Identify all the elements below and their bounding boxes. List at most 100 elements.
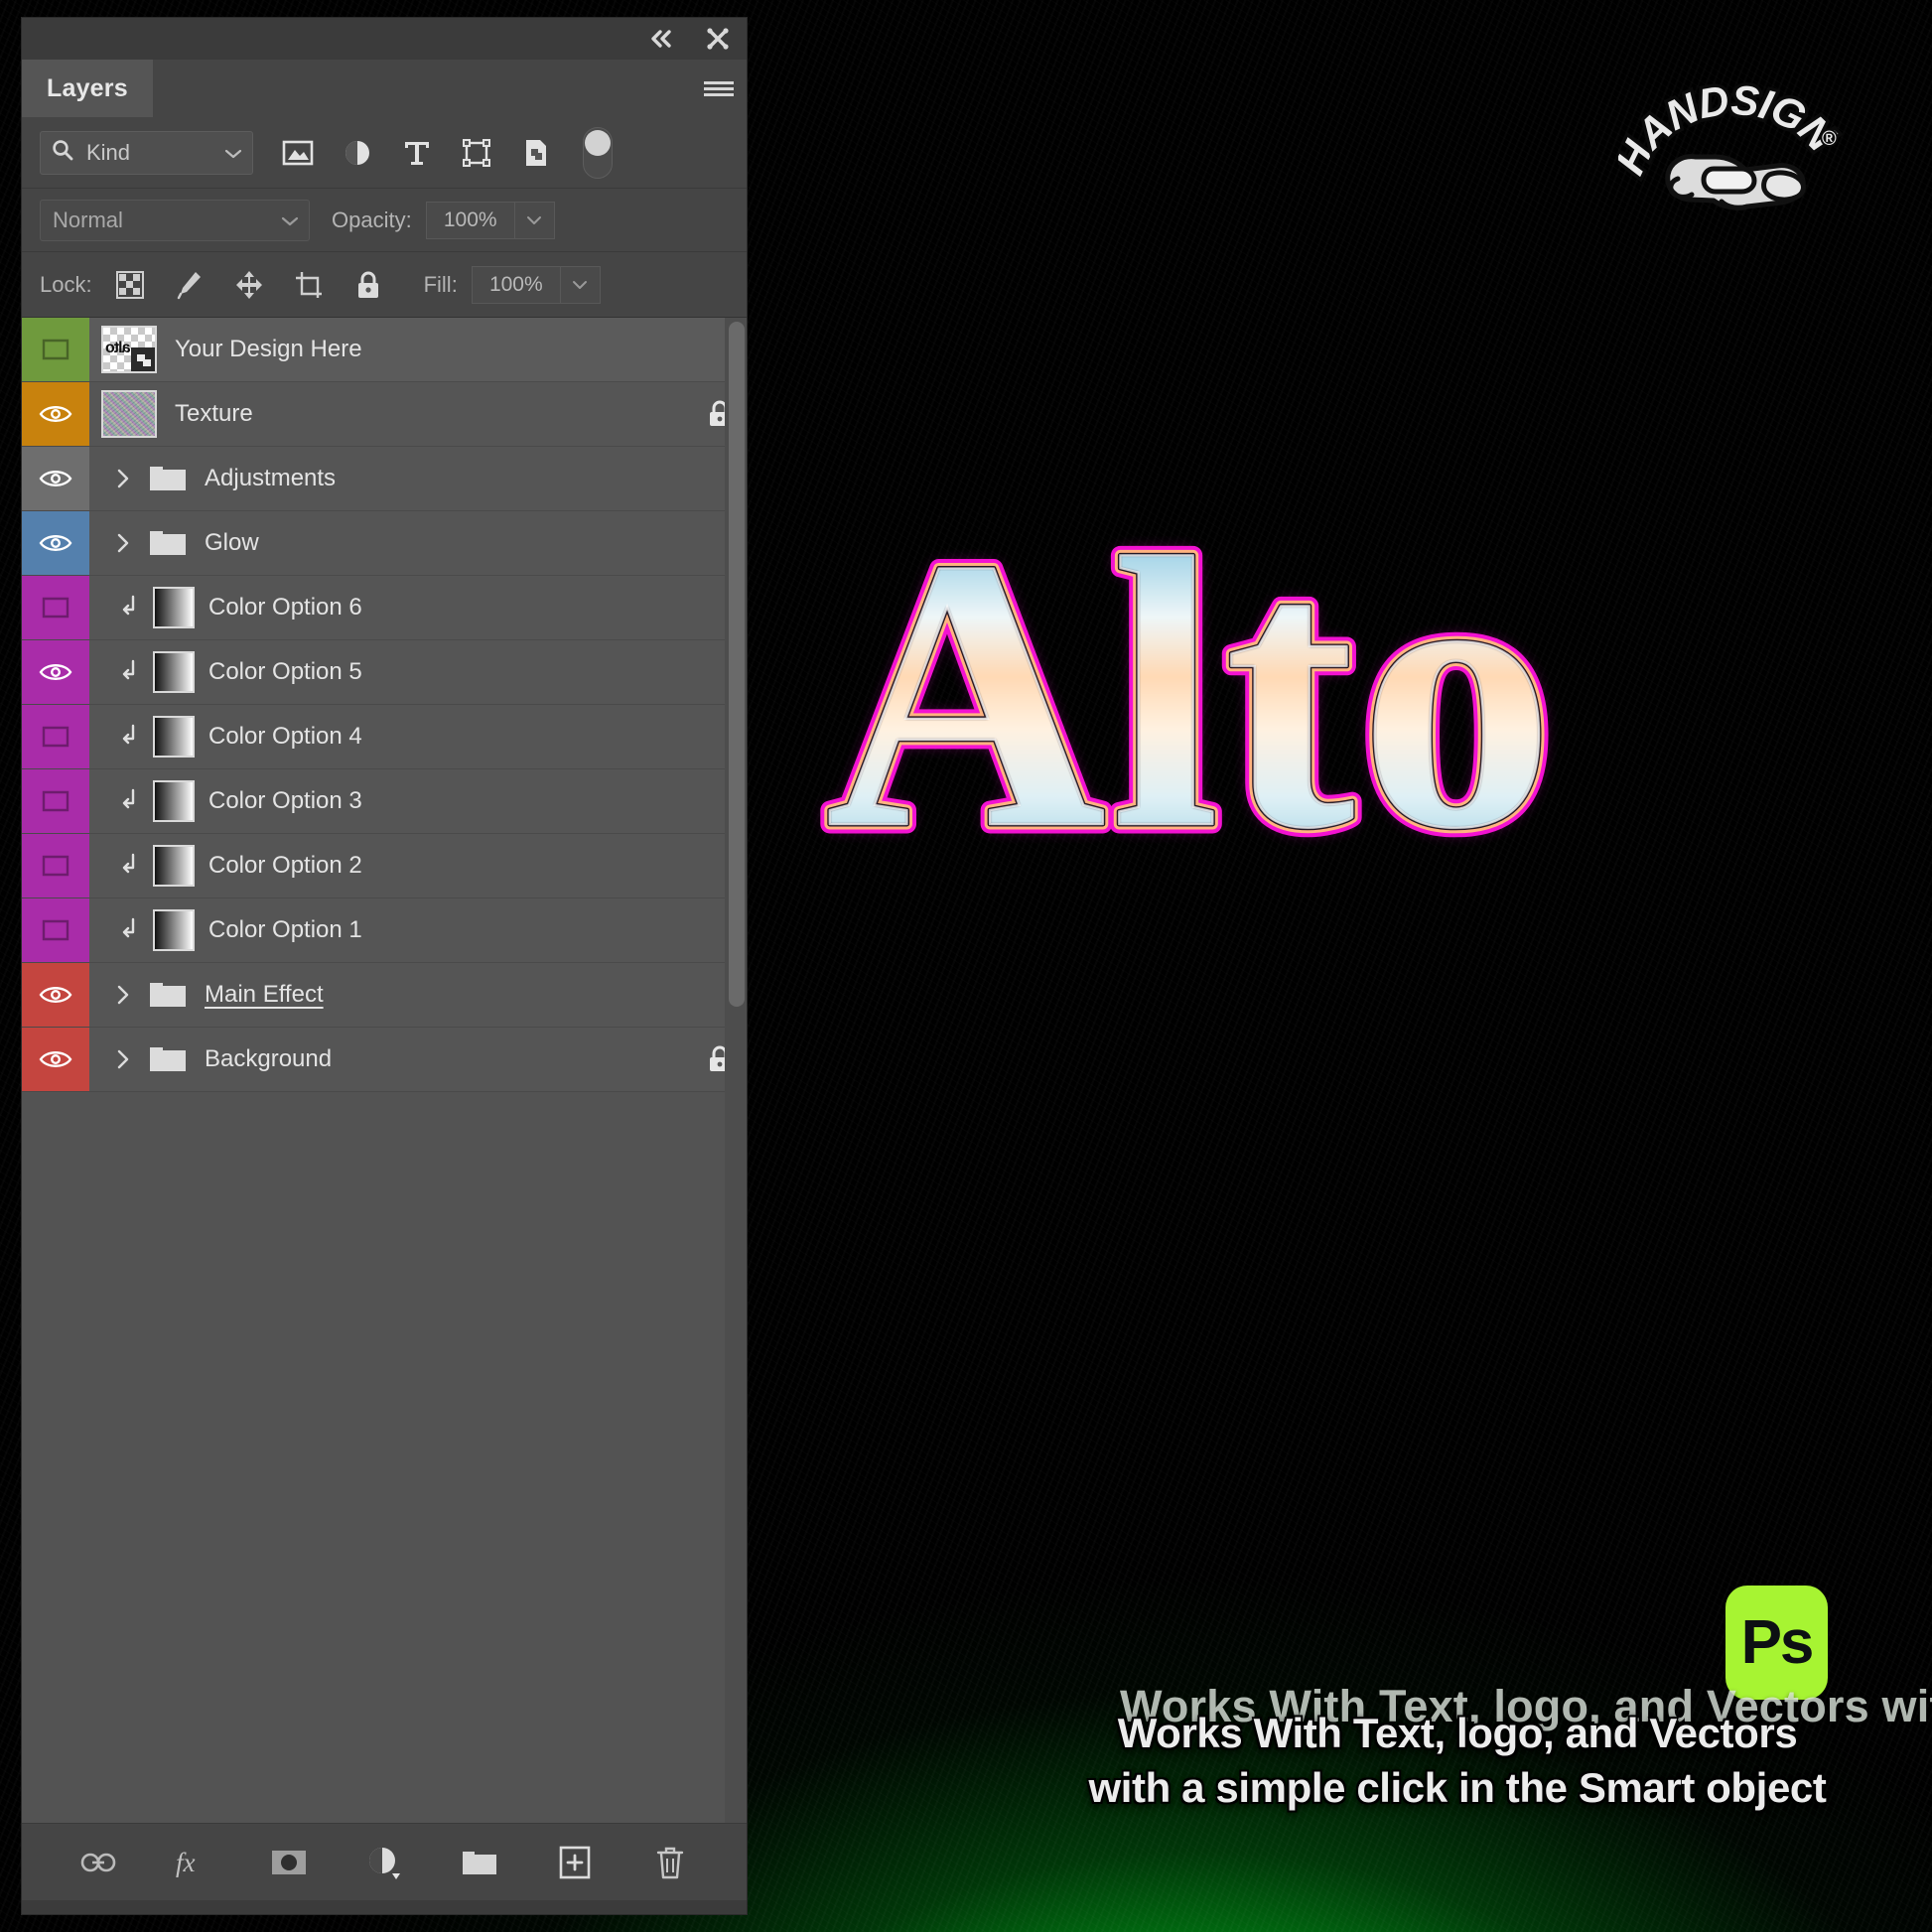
hamburger-menu-icon[interactable]: [691, 60, 747, 117]
layer-visibility-toggle-visible[interactable]: [22, 1028, 89, 1091]
layer-thumbnail[interactable]: alto: [101, 326, 157, 373]
layer-row[interactable]: Color Option 3: [22, 769, 747, 834]
link-layers-icon[interactable]: [77, 1842, 119, 1883]
layer-row-body[interactable]: Color Option 3: [89, 769, 747, 833]
double-chevron-left-icon[interactable]: [649, 26, 675, 52]
layer-visibility-toggle-visible[interactable]: [22, 511, 89, 575]
layer-list[interactable]: alto Your Design Here Texture Adjustments Gl…: [22, 318, 747, 1823]
group-expand-chevron-right-icon[interactable]: [101, 532, 145, 554]
layer-style-fx-icon[interactable]: fx: [173, 1842, 214, 1883]
layer-row[interactable]: Glow: [22, 511, 747, 576]
filter-enable-toggle[interactable]: [583, 126, 613, 179]
layer-row[interactable]: Color Option 4: [22, 705, 747, 769]
layer-row-body[interactable]: alto Your Design Here: [89, 318, 747, 381]
layer-name[interactable]: Color Option 5: [208, 658, 362, 686]
blend-mode-select[interactable]: Normal: [40, 199, 310, 241]
adjustment-filter-icon[interactable]: [341, 136, 374, 170]
layer-visibility-toggle-hidden[interactable]: [22, 769, 89, 833]
opacity-input[interactable]: 100%: [425, 201, 515, 239]
group-expand-chevron-right-icon[interactable]: [101, 468, 145, 489]
layer-row-body[interactable]: Color Option 1: [89, 898, 747, 962]
opacity-stepper-chevron-down-icon[interactable]: [514, 201, 555, 239]
layer-row-body[interactable]: Main Effect: [89, 963, 747, 1027]
layer-name[interactable]: Texture: [175, 400, 253, 428]
group-expand-chevron-right-icon[interactable]: [101, 984, 145, 1006]
layer-list-scrollbar[interactable]: [725, 318, 747, 1823]
chevron-down-icon[interactable]: [281, 207, 299, 233]
add-layer-mask-icon[interactable]: [268, 1842, 310, 1883]
layer-thumbnail[interactable]: [101, 390, 157, 438]
shape-filter-icon[interactable]: [460, 136, 493, 170]
layer-visibility-toggle-visible[interactable]: [22, 640, 89, 704]
layer-visibility-toggle-visible[interactable]: [22, 447, 89, 510]
promo-caption-line-2: with a simple click in the Smart object: [1088, 1764, 1827, 1812]
tab-layers[interactable]: Layers: [22, 60, 153, 117]
smart-object-filter-icon[interactable]: [519, 136, 553, 170]
layer-name[interactable]: Color Option 6: [208, 594, 362, 621]
layer-row[interactable]: Background: [22, 1028, 747, 1092]
layer-row-body[interactable]: Color Option 2: [89, 834, 747, 897]
new-adjustment-layer-icon[interactable]: [363, 1842, 405, 1883]
layer-row-body[interactable]: Glow: [89, 511, 747, 575]
fill-stepper-chevron-down-icon[interactable]: [560, 265, 601, 304]
layer-name[interactable]: Adjustments: [205, 465, 336, 492]
layer-name[interactable]: Your Design Here: [175, 336, 362, 363]
layer-name[interactable]: Background: [205, 1045, 332, 1073]
layer-thumbnail-gradient[interactable]: [153, 716, 195, 758]
layer-row-body[interactable]: Color Option 6: [89, 576, 747, 639]
layer-list-scrollbar-thumb[interactable]: [729, 322, 745, 1007]
chevron-down-icon[interactable]: [224, 140, 242, 166]
lock-image-pixels-icon[interactable]: [174, 269, 206, 301]
lock-position-icon[interactable]: [233, 269, 265, 301]
panel-footer-strip: [22, 1900, 747, 1914]
layer-name[interactable]: Main Effect: [205, 981, 324, 1009]
group-expand-chevron-right-icon[interactable]: [101, 1048, 145, 1070]
image-filter-icon[interactable]: [281, 136, 315, 170]
folder-icon: [145, 1044, 191, 1074]
filter-kind-select[interactable]: Kind: [40, 130, 253, 175]
layer-row-body[interactable]: Adjustments: [89, 447, 747, 510]
filter-kind-label: Kind: [86, 139, 131, 165]
lock-fill-row: Lock: Fill: 100%: [22, 252, 747, 318]
lock-all-icon[interactable]: [352, 269, 384, 301]
layer-visibility-toggle-hidden[interactable]: [22, 834, 89, 897]
new-group-icon[interactable]: [459, 1842, 500, 1883]
layer-visibility-toggle-visible[interactable]: [22, 963, 89, 1027]
layer-thumbnail-gradient[interactable]: [153, 845, 195, 887]
layer-row[interactable]: Adjustments: [22, 447, 747, 511]
layer-row-body[interactable]: Background: [89, 1028, 747, 1091]
clipping-mask-arrow-icon: [101, 659, 153, 685]
layer-row-body[interactable]: Texture: [89, 382, 747, 446]
layer-name[interactable]: Color Option 3: [208, 787, 362, 815]
layer-name[interactable]: Color Option 1: [208, 916, 362, 944]
layer-visibility-toggle-hidden[interactable]: [22, 576, 89, 639]
close-icon[interactable]: [705, 26, 731, 52]
layer-row-body[interactable]: Color Option 5: [89, 640, 747, 704]
type-filter-icon[interactable]: [400, 136, 434, 170]
layer-row[interactable]: Texture: [22, 382, 747, 447]
fill-input[interactable]: 100%: [471, 265, 561, 304]
layer-row-body[interactable]: Color Option 4: [89, 705, 747, 768]
layer-name[interactable]: Color Option 2: [208, 852, 362, 880]
layer-name[interactable]: Color Option 4: [208, 723, 362, 751]
layer-row[interactable]: Color Option 5: [22, 640, 747, 705]
smart-object-badge-icon: [131, 347, 155, 371]
layer-row[interactable]: Color Option 2: [22, 834, 747, 898]
layer-row[interactable]: alto Your Design Here: [22, 318, 747, 382]
new-layer-icon[interactable]: [554, 1842, 596, 1883]
lock-transparent-pixels-icon[interactable]: [114, 269, 146, 301]
layer-thumbnail-gradient[interactable]: [153, 651, 195, 693]
layer-visibility-toggle-visible[interactable]: [22, 382, 89, 446]
layer-thumbnail-gradient[interactable]: [153, 909, 195, 951]
layer-row[interactable]: Main Effect: [22, 963, 747, 1028]
layer-name[interactable]: Glow: [205, 529, 259, 557]
layer-thumbnail-gradient[interactable]: [153, 587, 195, 628]
layer-visibility-toggle-hidden[interactable]: [22, 898, 89, 962]
lock-artboard-nesting-icon[interactable]: [293, 269, 325, 301]
layer-row[interactable]: Color Option 6: [22, 576, 747, 640]
layer-visibility-toggle-hidden[interactable]: [22, 705, 89, 768]
layer-row[interactable]: Color Option 1: [22, 898, 747, 963]
layer-visibility-toggle-hidden[interactable]: [22, 318, 89, 381]
delete-layer-icon[interactable]: [649, 1842, 691, 1883]
layer-thumbnail-gradient[interactable]: [153, 780, 195, 822]
